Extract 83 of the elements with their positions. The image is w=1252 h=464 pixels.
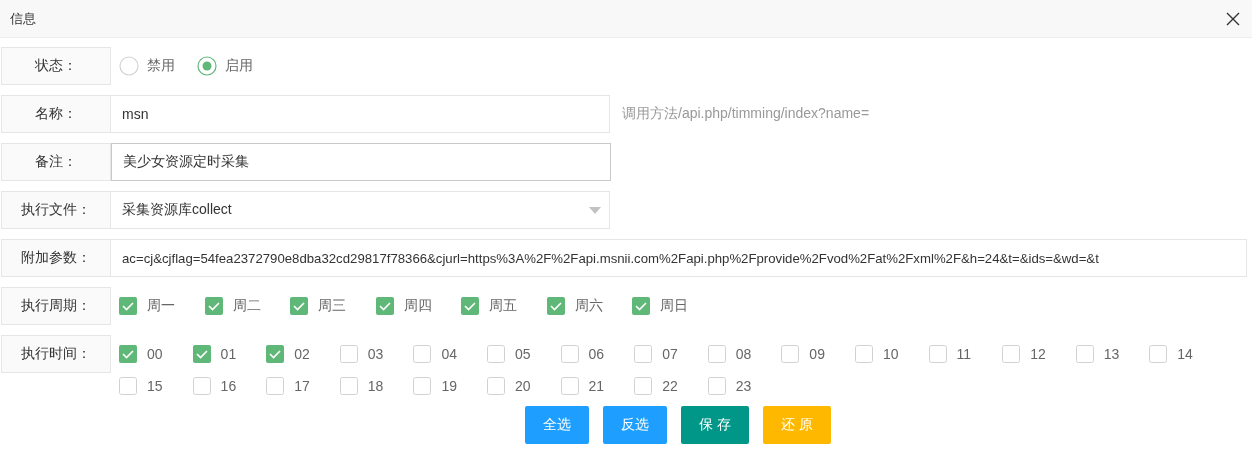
checkbox-label: 16 (220, 378, 237, 394)
dialog-title: 信息 (10, 9, 36, 28)
checkbox[interactable] (632, 297, 650, 315)
checkbox[interactable] (1149, 345, 1168, 363)
checkbox[interactable] (192, 345, 211, 363)
checkbox[interactable] (266, 345, 285, 363)
radio-label: 启用 (225, 57, 253, 75)
checkbox[interactable] (707, 377, 726, 395)
checkbox[interactable] (413, 377, 432, 395)
field-label: 名称： (1, 95, 111, 133)
field-label: 执行周期： (1, 287, 111, 325)
checkbox-label: 09 (809, 346, 825, 362)
checkbox[interactable] (119, 345, 137, 363)
checkbox-label: 18 (367, 378, 384, 394)
checkbox-label: 15 (147, 378, 163, 394)
checkbox-label: 04 (441, 346, 457, 362)
checkbox-label: 周日 (660, 297, 688, 315)
field-label: 执行文件： (1, 191, 111, 229)
radio-button[interactable] (119, 56, 139, 76)
input-field[interactable]: ac=cj&cjflag=54fea2372790e8dba32cd29817f78366&cjurl=https%3A%2F%2Fapi.msnii.com%2Fapi.php%2Fprovide%2Fvod%2Fat%2Fxml%2F&h=24&t=&ids=&wd=&t (111, 239, 1247, 277)
hint-text: 调用方法/api.php/timming/index?name= (622, 105, 870, 123)
checkbox-label: 周三 (318, 297, 346, 315)
checkbox[interactable] (486, 345, 505, 363)
checkbox[interactable] (928, 345, 947, 363)
checkbox-label: 13 (1103, 346, 1120, 362)
checkbox-label: 02 (294, 346, 310, 362)
checkbox[interactable] (781, 345, 800, 363)
checkbox-label: 03 (367, 346, 384, 362)
input-field[interactable]: 美少女资源定时采集 (111, 143, 611, 181)
save-button[interactable]: 保 存 (681, 406, 749, 444)
checkbox[interactable] (413, 345, 432, 363)
checkbox-label: 12 (1030, 346, 1046, 362)
checkbox-label: 01 (220, 346, 237, 362)
checkbox-label: 06 (588, 346, 605, 362)
checkbox-label: 14 (1177, 346, 1193, 362)
close-icon[interactable] (1226, 11, 1240, 26)
checkbox-label: 08 (735, 346, 752, 362)
checkbox[interactable] (339, 377, 358, 395)
checkbox-label: 17 (294, 378, 310, 394)
checkbox-label: 07 (662, 346, 678, 362)
checkbox[interactable] (119, 297, 137, 315)
field-label: 执行时间： (1, 335, 111, 373)
checkbox[interactable] (339, 345, 358, 363)
checkbox[interactable] (1002, 345, 1021, 363)
checkbox-label: 10 (882, 346, 899, 362)
checkbox[interactable] (486, 377, 505, 395)
checkbox-label: 11 (956, 346, 972, 362)
checkbox[interactable] (119, 377, 137, 395)
checkbox[interactable] (634, 345, 653, 363)
checkbox-label: 周五 (489, 297, 517, 315)
checkbox-label: 19 (441, 378, 457, 394)
field-label: 状态： (1, 47, 111, 85)
dropdown-arrow-icon[interactable] (589, 206, 601, 214)
checkbox-label: 22 (662, 378, 678, 394)
checkbox-label: 23 (735, 378, 752, 394)
checkbox-label: 00 (147, 346, 163, 362)
checkbox[interactable] (546, 297, 565, 315)
checkbox[interactable] (634, 377, 653, 395)
checkbox[interactable] (204, 297, 223, 315)
checkbox-label: 21 (588, 378, 605, 394)
input-field[interactable]: msn (111, 95, 610, 133)
checkbox[interactable] (290, 297, 308, 315)
checkbox-label: 周一 (147, 297, 175, 315)
checkbox-label: 周四 (403, 297, 432, 315)
checkbox[interactable] (707, 345, 726, 363)
radio-label: 禁用 (147, 57, 175, 75)
checkbox[interactable] (461, 297, 479, 315)
checkbox[interactable] (375, 297, 394, 315)
select-field[interactable]: 采集资源库collect (111, 191, 610, 229)
checkbox[interactable] (560, 377, 579, 395)
select-value: 采集资源库collect (122, 201, 232, 219)
checkbox-label: 05 (514, 346, 531, 362)
checkbox-label: 周二 (232, 297, 261, 315)
checkbox-label: 20 (514, 378, 531, 394)
field-label: 附加参数： (1, 239, 111, 277)
checkbox[interactable] (266, 377, 285, 395)
field-label: 备注： (1, 143, 111, 181)
checkbox[interactable] (1075, 345, 1094, 363)
checkbox[interactable] (192, 377, 211, 395)
checkbox[interactable] (854, 345, 873, 363)
checkbox[interactable] (560, 345, 579, 363)
radio-button[interactable] (197, 56, 217, 76)
checkbox-label: 周六 (574, 297, 603, 315)
